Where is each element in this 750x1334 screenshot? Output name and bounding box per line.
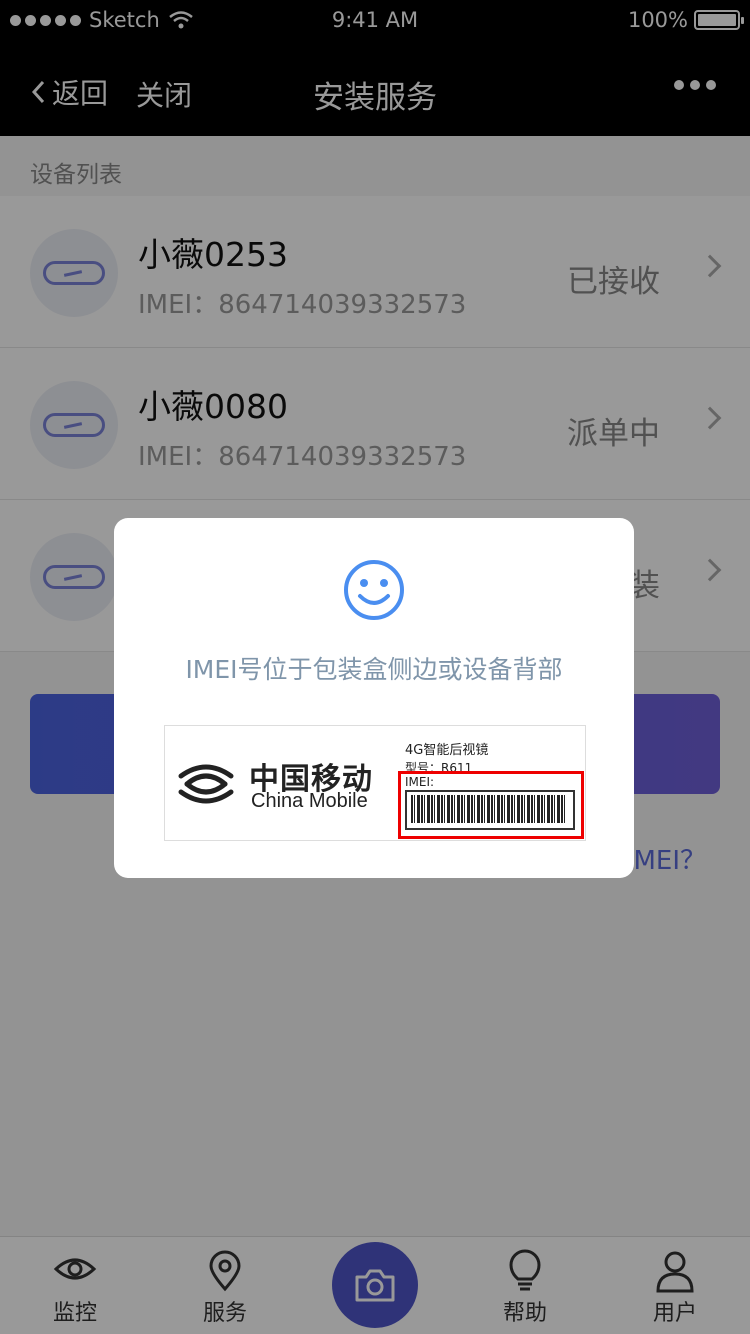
device-label-image: 中国移动 China Mobile 4G智能后视镜 型号：R611 IMEI: bbox=[164, 725, 586, 841]
china-mobile-logo bbox=[178, 764, 234, 804]
product-name: 4G智能后视镜 bbox=[405, 743, 489, 758]
imei-hint-dialog: IMEI号位于包装盒侧边或设备背部 中国移动 China Mobile 4G智能… bbox=[114, 518, 634, 878]
imei-highlight-box bbox=[398, 771, 584, 839]
brand-en: China Mobile bbox=[251, 790, 368, 812]
smiley-icon bbox=[344, 560, 404, 620]
dialog-message: IMEI号位于包装盒侧边或设备背部 bbox=[185, 655, 563, 684]
